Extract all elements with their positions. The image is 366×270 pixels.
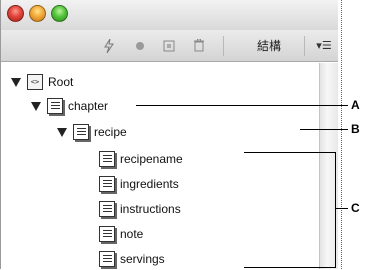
- tree-label-child: ingredients: [120, 177, 179, 191]
- callout-label-a: A: [351, 98, 360, 112]
- tree-row-child[interactable]: note: [99, 223, 143, 245]
- tree-row-child[interactable]: servings: [99, 248, 165, 270]
- callout-label-c: C: [351, 201, 360, 215]
- tree-label-root: Root: [48, 75, 74, 89]
- tree-label-recipe: recipe: [94, 125, 127, 139]
- element-root-icon: <>: [27, 74, 43, 90]
- tree-label-child: instructions: [120, 202, 181, 216]
- tree-label-chapter: chapter: [68, 99, 109, 113]
- callout-bracket-c: [244, 152, 336, 268]
- element-icon: [99, 151, 115, 167]
- callout-line-a: [136, 105, 348, 106]
- tree-row-child[interactable]: instructions: [99, 198, 181, 220]
- lightning-icon[interactable]: [99, 30, 119, 61]
- disclosure-triangle-icon[interactable]: [57, 127, 67, 137]
- callout-label-b: B: [351, 122, 360, 136]
- tree-row-child[interactable]: recipename: [99, 148, 183, 170]
- square-icon[interactable]: [159, 30, 179, 61]
- tree-row-root[interactable]: <> Root: [11, 71, 73, 93]
- disclosure-triangle-icon[interactable]: [31, 101, 41, 111]
- element-icon: [99, 251, 115, 267]
- zoom-button[interactable]: [51, 5, 68, 22]
- toolbar: 結構 ▾☰: [1, 30, 338, 62]
- disclosure-triangle-icon[interactable]: [11, 77, 21, 87]
- callout-line-c: [335, 208, 348, 209]
- tree-row-recipe[interactable]: recipe: [57, 121, 127, 143]
- element-icon: [73, 124, 89, 140]
- structure-tab-label[interactable]: 結構: [249, 30, 289, 61]
- tree-row-child[interactable]: ingredients: [99, 173, 179, 195]
- tree-row-chapter[interactable]: chapter: [31, 95, 108, 117]
- tree-label-child: recipename: [120, 152, 183, 166]
- element-icon: [99, 226, 115, 242]
- close-button[interactable]: [7, 5, 24, 22]
- element-icon: [99, 201, 115, 217]
- toolbar-separator: [223, 36, 224, 56]
- element-icon: [99, 176, 115, 192]
- callout-guide-line: [341, 0, 342, 269]
- tree-label-child: note: [120, 227, 144, 241]
- circle-icon[interactable]: [130, 30, 150, 61]
- callout-line-b: [300, 129, 348, 130]
- title-bar[interactable]: [1, 0, 338, 30]
- tree-label-child: servings: [120, 252, 165, 266]
- minimize-button[interactable]: [29, 5, 46, 22]
- toolbar-separator: [304, 36, 305, 56]
- panel-menu-icon[interactable]: ▾☰: [313, 30, 335, 61]
- element-icon: [47, 98, 63, 114]
- trash-icon[interactable]: [189, 30, 209, 61]
